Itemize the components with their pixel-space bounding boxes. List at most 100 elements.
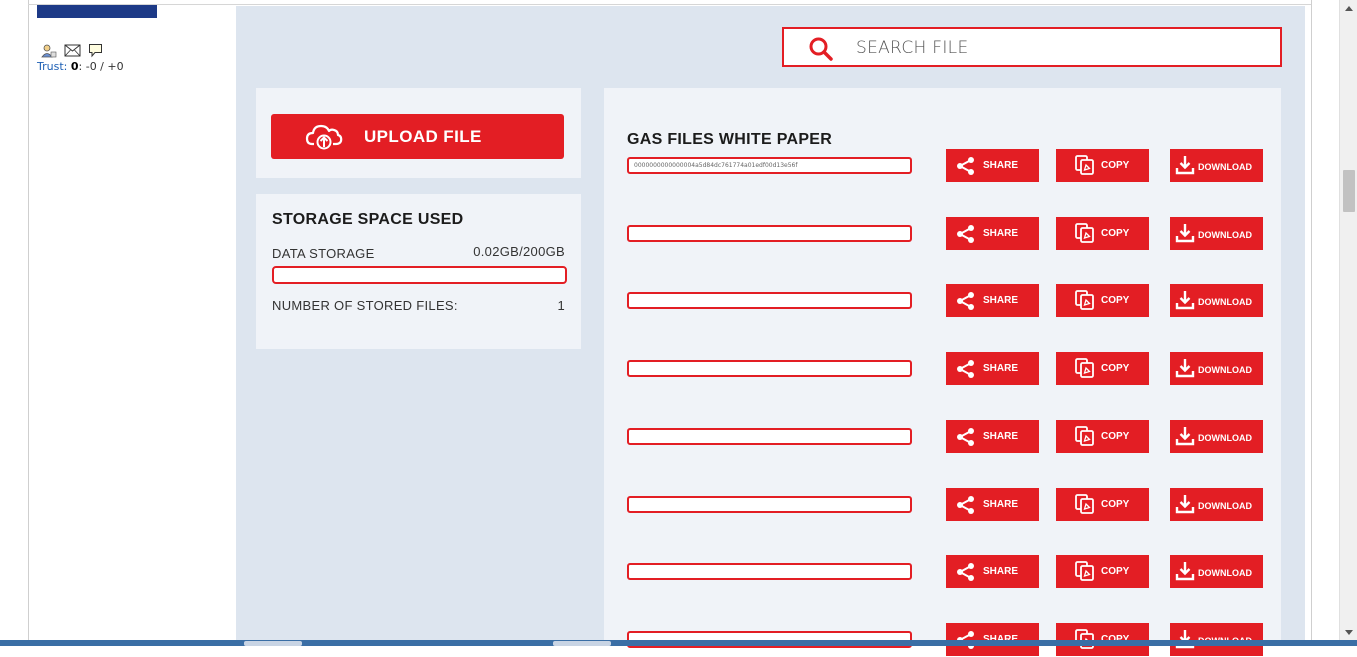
copy-icon [1075, 494, 1094, 514]
download-label: DOWNLOAD [1198, 501, 1252, 511]
user-actions [41, 43, 103, 58]
file-row-6: SHARE COPY DOWNLOAD [604, 488, 1281, 522]
upload-file-button[interactable]: UPLOAD FILE [271, 114, 564, 159]
envelope-icon[interactable] [64, 44, 81, 57]
search-box[interactable] [782, 27, 1282, 67]
share-label: SHARE [983, 228, 1019, 239]
file-hash-field[interactable] [627, 225, 912, 242]
stored-files-row: NUMBER OF STORED FILES: 1 [272, 298, 565, 313]
share-button[interactable]: SHARE [946, 488, 1039, 521]
download-icon [1175, 495, 1195, 514]
file-hash-field[interactable] [627, 292, 912, 309]
storage-title: STORAGE SPACE USED [272, 211, 464, 228]
file-row-1: 0000000000000004a5d84dc761774a01edf00d13… [604, 149, 1281, 183]
download-icon [1175, 630, 1195, 649]
share-label: SHARE [983, 566, 1019, 577]
copy-icon [1075, 629, 1094, 649]
copy-icon [1075, 223, 1094, 243]
download-icon [1175, 427, 1195, 446]
data-storage-row: DATA STORAGE 0.02GB/200GB [272, 244, 565, 261]
trust-score: Trust: 0: -0 / +0 [37, 60, 124, 73]
copy-button[interactable]: COPY [1056, 420, 1149, 453]
copy-button[interactable]: COPY [1056, 217, 1149, 250]
left-divider [28, 0, 29, 646]
download-icon [1175, 562, 1195, 581]
storage-card: STORAGE SPACE USED DATA STORAGE 0.02GB/2… [256, 194, 581, 349]
copy-label: COPY [1101, 363, 1130, 374]
file-row-3: SHARE COPY DOWNLOAD [604, 284, 1281, 318]
stored-files-label: NUMBER OF STORED FILES: [272, 298, 458, 313]
download-icon [1175, 224, 1195, 243]
search-input[interactable] [854, 35, 1258, 61]
share-icon [957, 292, 974, 310]
share-label: SHARE [983, 431, 1019, 442]
download-button[interactable]: DOWNLOAD [1170, 420, 1263, 453]
download-icon [1175, 291, 1195, 310]
share-label: SHARE [983, 499, 1019, 510]
download-label: DOWNLOAD [1198, 433, 1252, 443]
file-hash-field[interactable] [627, 496, 912, 513]
scroll-down-arrow-icon[interactable] [1345, 630, 1353, 635]
share-button[interactable]: SHARE [946, 352, 1039, 385]
share-icon [957, 496, 974, 514]
share-icon [957, 428, 974, 446]
share-icon [957, 157, 974, 175]
copy-button[interactable]: COPY [1056, 149, 1149, 182]
download-label: DOWNLOAD [1198, 568, 1252, 578]
files-card: GAS FILES WHITE PAPER 0000000000000004a5… [604, 88, 1281, 656]
download-label: DOWNLOAD [1198, 230, 1252, 240]
copy-icon [1075, 155, 1094, 175]
copy-button[interactable]: COPY [1056, 284, 1149, 317]
file-row-5: SHARE COPY DOWNLOAD [604, 420, 1281, 454]
share-button[interactable]: SHARE [946, 555, 1039, 588]
download-button[interactable]: DOWNLOAD [1170, 352, 1263, 385]
data-storage-value: 0.02GB/200GB [473, 244, 565, 259]
download-button[interactable]: DOWNLOAD [1170, 149, 1263, 182]
file-hash-field[interactable] [627, 428, 912, 445]
file-hash-field[interactable]: 0000000000000004a5d84dc761774a01edf00d13… [627, 157, 912, 174]
storage-progress-bar [272, 266, 567, 284]
user-icon[interactable] [41, 44, 57, 58]
taskbar-item[interactable] [553, 641, 611, 646]
download-button[interactable]: DOWNLOAD [1170, 284, 1263, 317]
share-button[interactable]: SHARE [946, 420, 1039, 453]
scroll-thumb[interactable] [1343, 170, 1355, 212]
trust-label: Trust: [37, 60, 68, 73]
share-button[interactable]: SHARE [946, 217, 1039, 250]
trust-value: 0 [70, 60, 79, 73]
share-button[interactable]: SHARE [946, 284, 1039, 317]
trust-rest: : -0 / +0 [78, 60, 124, 73]
share-icon [957, 225, 974, 243]
download-button[interactable]: DOWNLOAD [1170, 488, 1263, 521]
share-icon [957, 360, 974, 378]
copy-icon [1075, 426, 1094, 446]
file-row-2: SHARE COPY DOWNLOAD [604, 217, 1281, 251]
share-label: SHARE [983, 363, 1019, 374]
right-divider [1311, 0, 1312, 646]
copy-icon [1075, 358, 1094, 378]
scroll-up-arrow-icon[interactable] [1345, 6, 1353, 11]
file-row-7: SHARE COPY DOWNLOAD [604, 555, 1281, 589]
copy-button[interactable]: COPY [1056, 352, 1149, 385]
copy-icon [1075, 561, 1094, 581]
taskbar-item[interactable] [244, 641, 302, 646]
vertical-scrollbar[interactable] [1339, 0, 1357, 646]
copy-label: COPY [1101, 295, 1130, 306]
file-hash-field[interactable] [627, 360, 912, 377]
search-icon[interactable] [808, 36, 834, 62]
comment-icon[interactable] [88, 43, 103, 58]
site-logo-banner [37, 5, 157, 18]
copy-button[interactable]: COPY [1056, 555, 1149, 588]
top-divider [28, 4, 1311, 5]
download-label: DOWNLOAD [1198, 365, 1252, 375]
download-button[interactable]: DOWNLOAD [1170, 555, 1263, 588]
file-hash-field[interactable] [627, 563, 912, 580]
share-button[interactable]: SHARE [946, 149, 1039, 182]
download-label: DOWNLOAD [1198, 297, 1252, 307]
download-label: DOWNLOAD [1198, 162, 1252, 172]
download-button[interactable]: DOWNLOAD [1170, 217, 1263, 250]
data-storage-label: DATA STORAGE [272, 246, 375, 261]
copy-button[interactable]: COPY [1056, 488, 1149, 521]
share-label: SHARE [983, 160, 1019, 171]
share-label: SHARE [983, 295, 1019, 306]
